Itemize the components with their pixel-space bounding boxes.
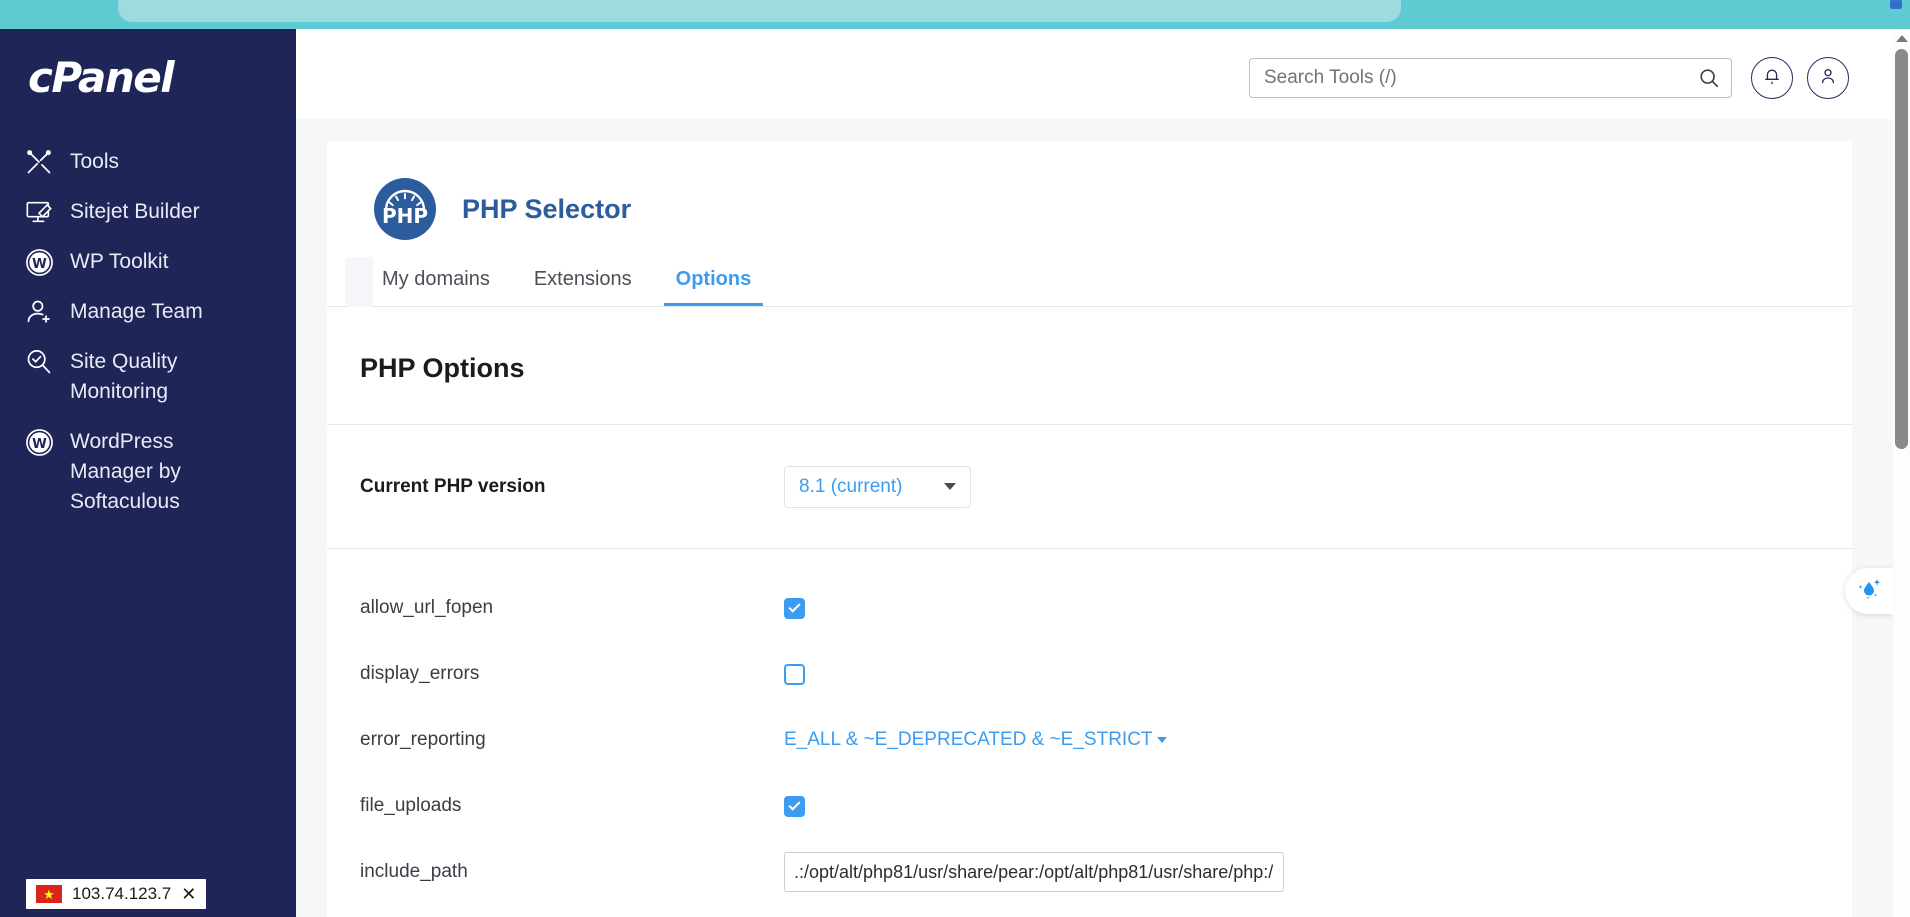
app-header: PHP PHP Selector <box>327 141 1852 249</box>
page-title: PHP Selector <box>462 193 632 224</box>
sidebar-item-manage-team[interactable]: Manage Team <box>0 287 296 337</box>
option-label: error_reporting <box>360 729 486 750</box>
display-errors-checkbox[interactable] <box>784 663 805 685</box>
top-header <box>296 29 1893 119</box>
allow-url-fopen-checkbox[interactable] <box>784 597 805 619</box>
ip-address: 103.74.123.7 <box>72 884 172 903</box>
browser-tab[interactable] <box>118 0 1401 22</box>
monitor-pen-icon <box>24 197 54 227</box>
tab-bar: My domains Extensions Options <box>327 249 1852 307</box>
option-label: file_uploads <box>360 795 462 816</box>
sidebar-item-wordpress-manager[interactable]: W WordPress Manager by Softaculous <box>0 417 296 527</box>
sidebar-item-sitejet-builder[interactable]: Sitejet Builder <box>0 187 296 237</box>
option-row-file-uploads: file_uploads <box>327 773 1852 839</box>
scrollbar-thumb[interactable] <box>1895 49 1908 449</box>
assistant-widget-button[interactable] <box>1845 568 1893 614</box>
page-viewport: cPanel Tools Sitejet Builder W WP Toolki… <box>0 29 1893 917</box>
ip-badge: ★ 103.74.123.7 ✕ <box>26 879 207 909</box>
sidebar-item-label: WP Toolkit <box>70 250 169 273</box>
option-row-error-reporting: error_reporting E_ALL & ~E_DEPRECATED & … <box>327 707 1852 773</box>
svg-text:W: W <box>32 257 47 272</box>
sidebar-item-wp-toolkit[interactable]: W WP Toolkit <box>0 237 296 287</box>
sidebar-item-label: WordPress Manager by Softaculous <box>70 430 181 513</box>
option-label: include_path <box>360 861 468 882</box>
search-box[interactable] <box>1249 58 1732 98</box>
vietnam-flag-icon: ★ <box>36 885 62 903</box>
sidebar-item-site-quality-monitoring[interactable]: Site Quality Monitoring <box>0 337 296 417</box>
check-icon <box>788 798 801 811</box>
user-icon <box>1818 66 1838 91</box>
browser-chrome-bar <box>0 0 1910 29</box>
wordpress-icon: W <box>24 427 54 457</box>
cpanel-logo[interactable]: cPanel <box>28 53 175 102</box>
option-label: display_errors <box>360 663 480 684</box>
php-version-select[interactable]: 8.1 (current) <box>784 465 971 508</box>
main-content: PHP PHP Selector My domains Extensions O… <box>296 119 1893 917</box>
water-drop-sparkle-icon <box>1854 575 1884 608</box>
notifications-button[interactable] <box>1751 57 1793 99</box>
account-button[interactable] <box>1807 57 1849 99</box>
tab-extensions[interactable]: Extensions <box>512 268 654 306</box>
check-icon <box>788 600 801 613</box>
search-icon[interactable] <box>1687 59 1731 97</box>
svg-text:W: W <box>32 437 47 452</box>
bell-icon <box>1762 66 1782 91</box>
sidebar-item-label: Sitejet Builder <box>70 200 200 223</box>
include-path-input[interactable] <box>784 852 1284 892</box>
svg-text:PHP: PHP <box>382 204 428 228</box>
scroll-up-arrow-icon[interactable] <box>1896 35 1908 42</box>
chevron-down-icon <box>944 483 956 490</box>
person-add-icon <box>24 297 54 327</box>
sidebar-item-tools[interactable]: Tools <box>0 137 296 187</box>
wordpress-icon: W <box>24 247 54 277</box>
php-version-value: 8.1 (current) <box>799 475 903 497</box>
file-uploads-checkbox[interactable] <box>784 795 805 817</box>
error-reporting-select[interactable]: E_ALL & ~E_DEPRECATED & ~E_STRICT <box>784 729 1167 751</box>
app-root: cPanel Tools Sitejet Builder W WP Toolki… <box>0 0 1910 917</box>
php-selector-card: PHP PHP Selector My domains Extensions O… <box>327 141 1852 917</box>
option-label: Current PHP version <box>360 475 546 497</box>
option-row-allow-url-fopen: allow_url_fopen <box>327 575 1852 641</box>
option-row-current-php-version: Current PHP version 8.1 (current) <box>327 425 1852 549</box>
sidebar-nav: Tools Sitejet Builder W WP Toolkit Manag… <box>0 137 296 527</box>
sidebar: cPanel Tools Sitejet Builder W WP Toolki… <box>0 29 296 917</box>
magnifier-check-icon <box>24 347 54 377</box>
sidebar-item-label: Manage Team <box>70 300 203 323</box>
section-title: PHP Options <box>327 307 1852 425</box>
tab-options[interactable]: Options <box>654 268 774 306</box>
close-icon[interactable]: ✕ <box>181 885 196 903</box>
tools-icon <box>24 147 54 177</box>
vertical-scrollbar[interactable] <box>1893 29 1910 917</box>
sidebar-item-label: Site Quality Monitoring <box>70 350 178 403</box>
browser-indicator-icon <box>1890 0 1902 9</box>
sidebar-item-label: Tools <box>70 150 120 173</box>
php-logo-icon: PHP <box>372 176 438 242</box>
error-reporting-value: E_ALL & ~E_DEPRECATED & ~E_STRICT <box>784 729 1153 750</box>
search-input[interactable] <box>1250 67 1687 89</box>
option-row-display-errors: display_errors <box>327 641 1852 707</box>
option-label: allow_url_fopen <box>360 597 494 618</box>
chevron-down-icon <box>1156 737 1167 743</box>
tab-my-domains[interactable]: My domains <box>360 268 512 306</box>
option-row-include-path: include_path <box>327 839 1852 905</box>
